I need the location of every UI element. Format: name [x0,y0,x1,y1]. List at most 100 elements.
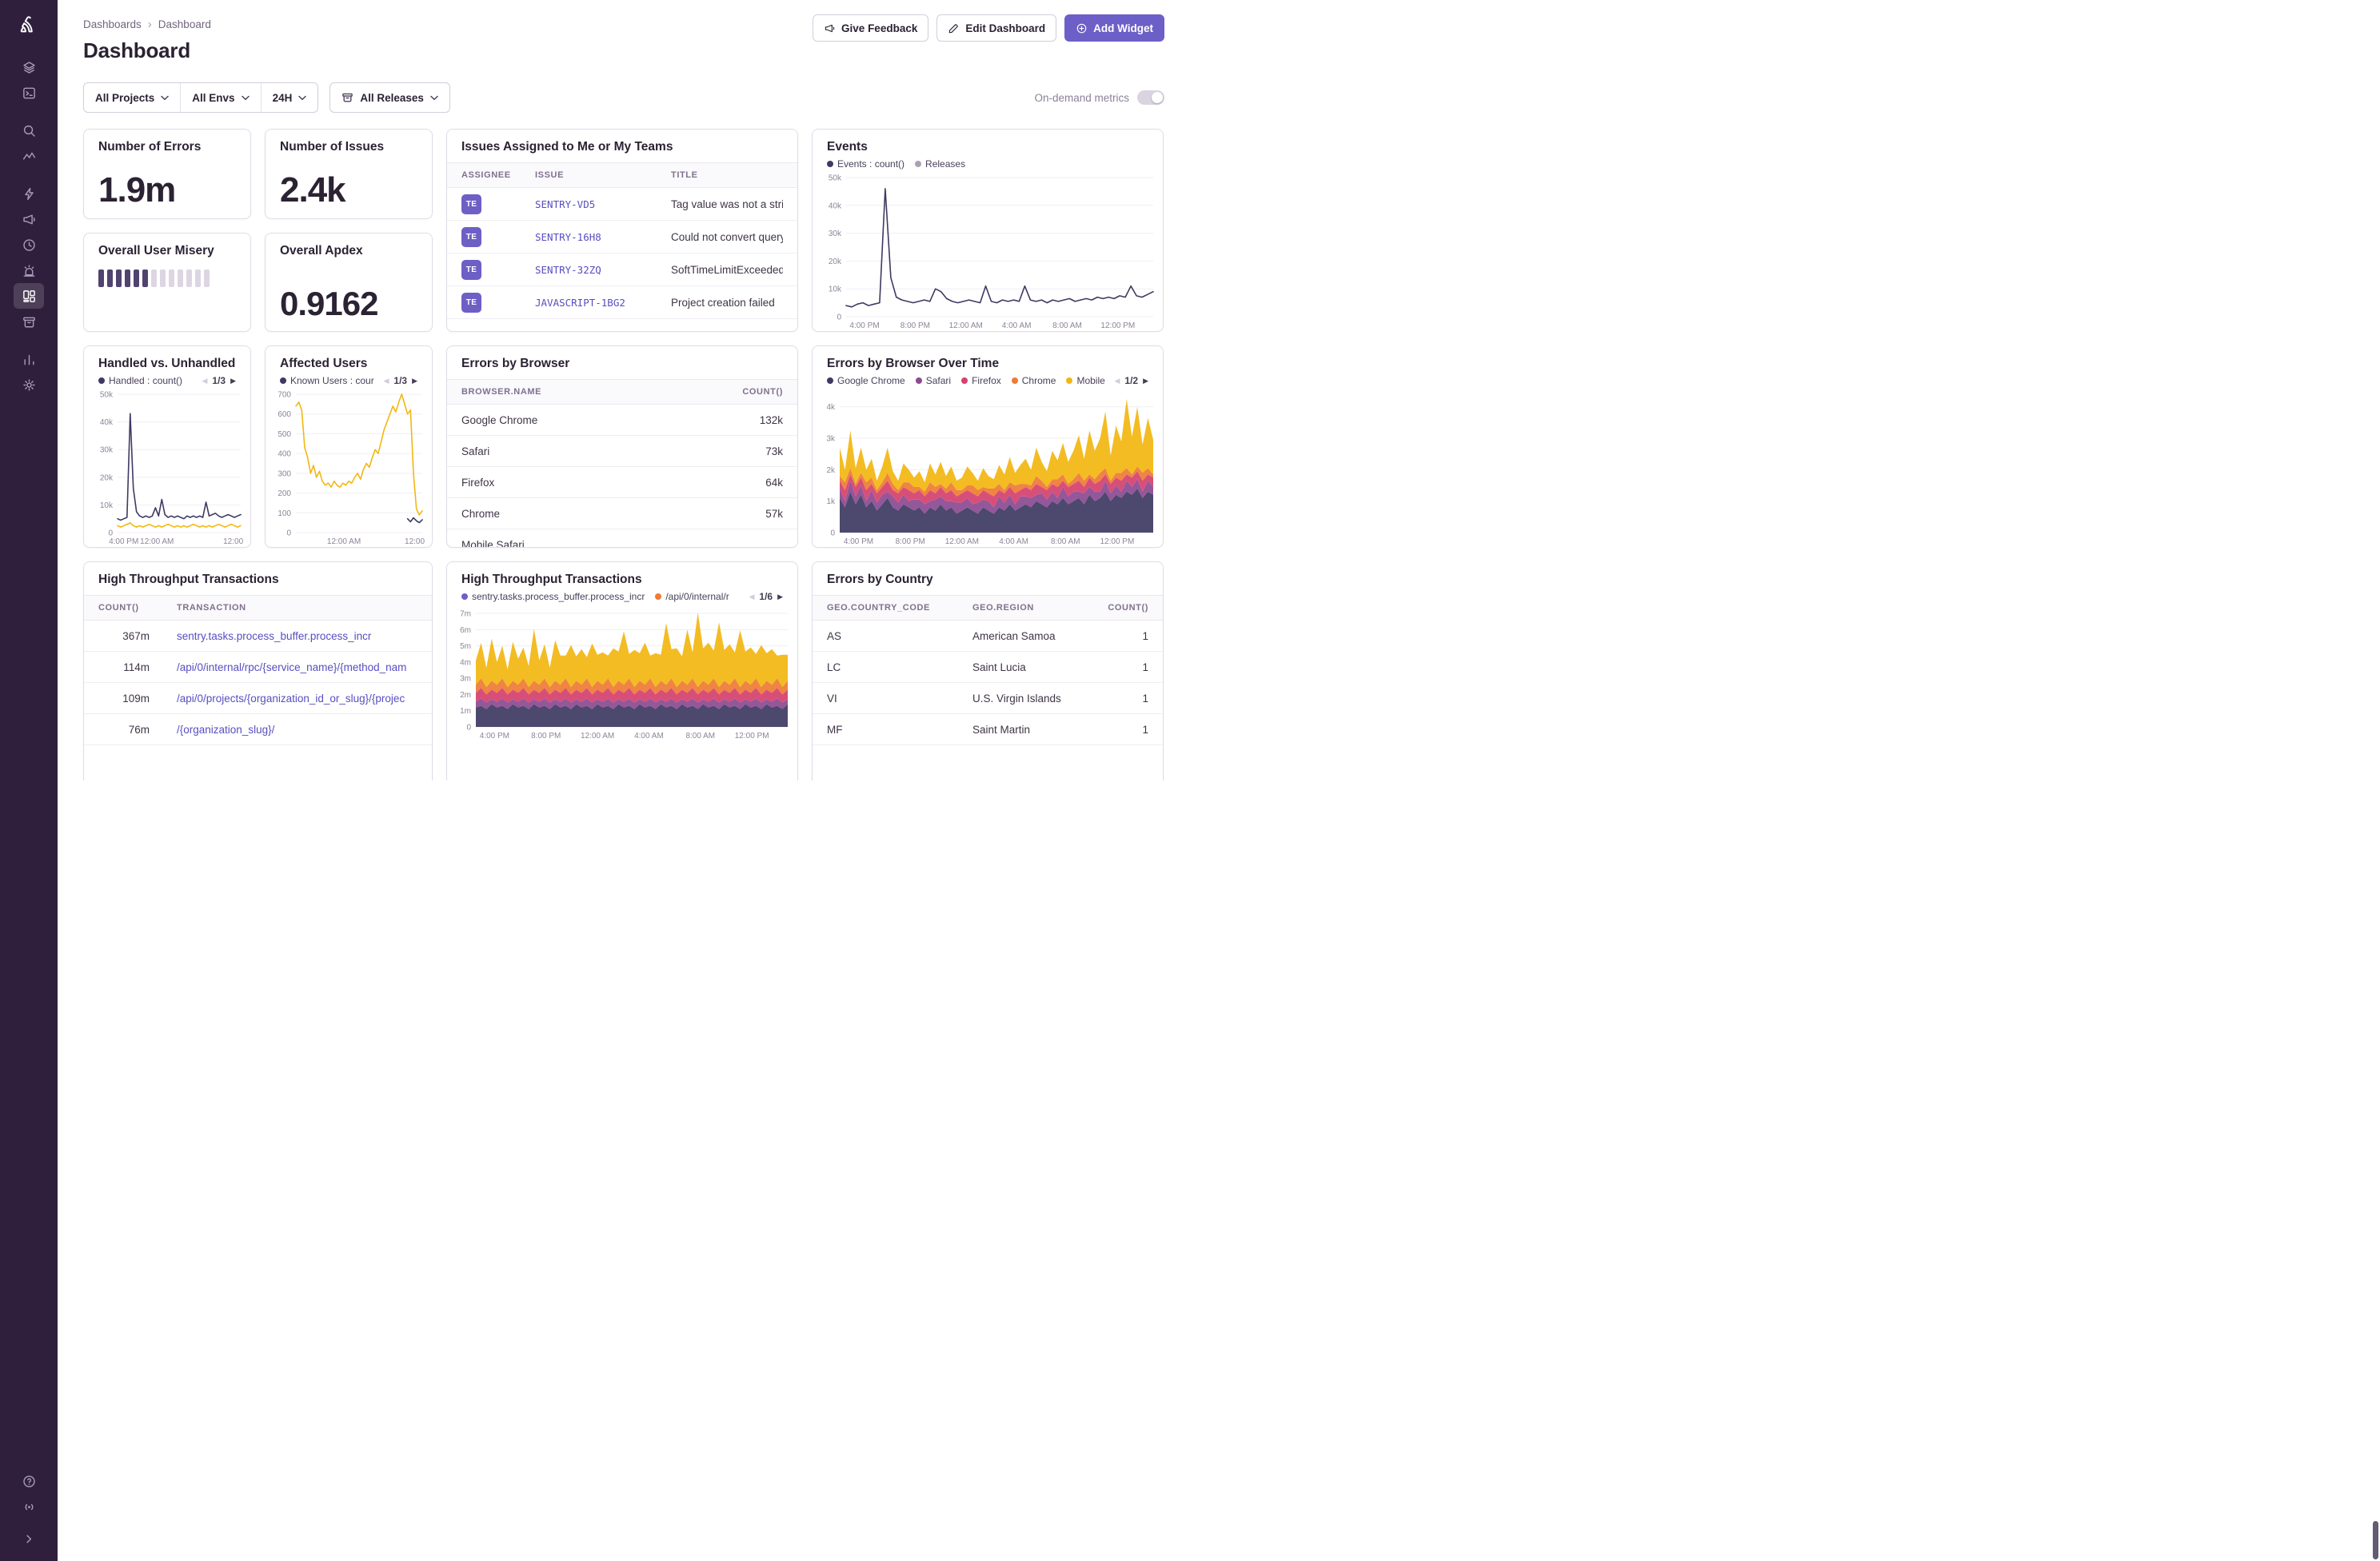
legend-label: /api/0/internal/r [665,591,729,602]
legend-item[interactable]: /api/0/internal/r [655,591,729,602]
sidebar-item-stats[interactable] [14,346,44,372]
bar-chart-icon [22,352,37,367]
scrollbar-thumb[interactable] [2373,1521,2378,1559]
sidebar-item-explore[interactable] [14,118,44,143]
sidebar-item-settings[interactable] [14,372,44,397]
pager-prev-icon[interactable]: ◀ [1114,377,1120,385]
releases-filter[interactable]: All Releases [329,82,450,113]
affected-users-chart[interactable]: 010020030040050060070012:00 AM12:00 P [272,388,425,547]
transaction-link[interactable]: /api/0/projects/{organization_id_or_slug… [177,693,405,705]
pager-prev-icon[interactable]: ◀ [383,377,389,385]
svg-text:0: 0 [108,529,113,538]
handled-vs-unhandled-chart[interactable]: 010k20k30k40k50k4:00 PM12:00 AM12:00 P [90,388,244,547]
sidebar-item-releases[interactable] [14,309,44,334]
column-transaction: TRANSACTION [177,603,417,613]
widget-title: Number of Issues [280,140,417,154]
issue-link[interactable]: JAVASCRIPT-1BG2 [535,297,625,309]
assignee-avatar[interactable]: TE [461,227,481,247]
assignee-avatar[interactable]: TE [461,194,481,214]
environments-filter[interactable]: All Envs [180,83,260,112]
sidebar-collapse-button[interactable] [14,1526,44,1551]
legend-dot [1066,377,1072,384]
pager-next-icon[interactable]: ▶ [412,377,417,385]
environments-filter-label: All Envs [192,92,234,104]
date-range-filter[interactable]: 24H [261,83,318,112]
sidebar-item-dashboards[interactable] [14,283,44,309]
legend-item[interactable]: Chrome [1012,375,1056,386]
widget-title: Affected Users [280,357,417,371]
svg-text:12:00 AM: 12:00 AM [327,537,361,546]
svg-text:5m: 5m [460,642,471,651]
number-of-errors-value: 1.9m [84,173,250,208]
issue-link[interactable]: SENTRY-16H8 [535,231,601,243]
sidebar-item-feedback[interactable] [14,206,44,232]
legend-item[interactable]: Releases [915,158,965,170]
svg-text:6m: 6m [460,626,471,635]
svg-text:3m: 3m [460,675,471,684]
add-widget-button[interactable]: Add Widget [1064,14,1164,42]
sidebar-item-issues[interactable] [14,54,44,80]
svg-text:4:00 PM: 4:00 PM [109,537,138,546]
on-demand-metrics-toggle[interactable] [1137,90,1164,105]
country-code: LC [827,661,972,673]
performance-icon [22,149,37,164]
table-header: GEO.COUNTRY_CODE GEO.REGION COUNT() [813,595,1163,621]
projects-filter[interactable]: All Projects [84,83,180,112]
widget-high-throughput-transactions-table: High Throughput Transactions COUNT() TRA… [83,561,433,780]
edit-dashboard-button[interactable]: Edit Dashboard [936,14,1056,42]
sidebar-item-broadcasts[interactable] [14,1494,44,1519]
pager-next-icon[interactable]: ▶ [1143,377,1148,385]
pager-next-icon[interactable]: ▶ [777,593,783,601]
legend-items: Known Users : cour [280,375,375,386]
sidebar-item-crons[interactable] [14,258,44,283]
legend-label: Known Users : cour [290,375,374,386]
pager-prev-icon[interactable]: ◀ [749,593,754,601]
legend-item[interactable]: Events : count() [827,158,904,170]
filter-bar: All Projects All Envs 24H All Releases O… [83,82,1164,113]
table-row: MF Saint Martin 1 [813,714,1163,745]
sidebar-item-replays[interactable] [14,232,44,258]
country-count: 1 [1100,661,1148,673]
high-throughput-transactions-chart[interactable]: 01m2m3m4m5m6m7m4:00 PM8:00 PM12:00 AM4:0… [453,604,791,741]
legend-label: Google Chrome [837,375,905,386]
transaction-count: 109m [98,693,150,705]
on-demand-metrics-label: On-demand metrics [1034,92,1129,104]
legend-item[interactable]: Google Chrome [827,375,905,386]
pager-next-icon[interactable]: ▶ [230,377,236,385]
legend-label: Mobile S [1076,375,1106,386]
sidebar-item-alerts[interactable] [14,181,44,206]
legend-item[interactable]: Mobile S [1066,375,1106,386]
breadcrumb-dashboard[interactable]: Dashboard [158,18,211,30]
issue-title: Tag value was not a string [671,198,783,210]
dashboards-icon [22,289,37,304]
sidebar-item-projects[interactable] [14,80,44,106]
column-title: TITLE [671,170,783,180]
legend-item[interactable]: Firefox [961,375,1001,386]
transaction-link[interactable]: /api/0/internal/rpc/{service_name}/{meth… [177,661,406,673]
legend-item[interactable]: Safari [916,375,951,386]
issue-link[interactable]: SENTRY-VD5 [535,198,595,210]
errors-by-browser-over-time-chart[interactable]: 01k2k3k4k4:00 PM8:00 PM12:00 AM4:00 AM8:… [819,388,1156,547]
sidebar-item-help[interactable] [14,1468,44,1494]
sentry-logo[interactable] [15,11,42,38]
country-region: Saint Martin [972,724,1100,736]
give-feedback-button[interactable]: Give Feedback [813,14,928,42]
sidebar-item-performance[interactable] [14,143,44,169]
transaction-link[interactable]: /{organization_slug}/ [177,724,274,736]
widget-title: Errors by Browser Over Time [827,357,1148,371]
country-count: 1 [1100,630,1148,642]
releases-filter-label: All Releases [360,92,424,104]
legend-item[interactable]: sentry.tasks.process_buffer.process_incr [461,591,645,602]
transaction-link[interactable]: sentry.tasks.process_buffer.process_incr [177,630,371,642]
breadcrumb-dashboards[interactable]: Dashboards [83,18,142,30]
issue-link[interactable]: SENTRY-32ZQ [535,264,601,276]
legend-label: Chrome [1022,375,1056,386]
assignee-avatar[interactable]: TE [461,260,481,280]
events-chart[interactable]: 010k20k30k40k50k4:00 PM8:00 PM12:00 AM4:… [819,171,1156,331]
pager-prev-icon[interactable]: ◀ [202,377,207,385]
legend-item[interactable]: Known Users : cour [280,375,374,386]
assignee-avatar[interactable]: TE [461,293,481,313]
misery-bar [98,269,104,287]
legend-item[interactable]: Handled : count() [98,375,182,386]
issue-title: Project creation failed [671,297,783,309]
